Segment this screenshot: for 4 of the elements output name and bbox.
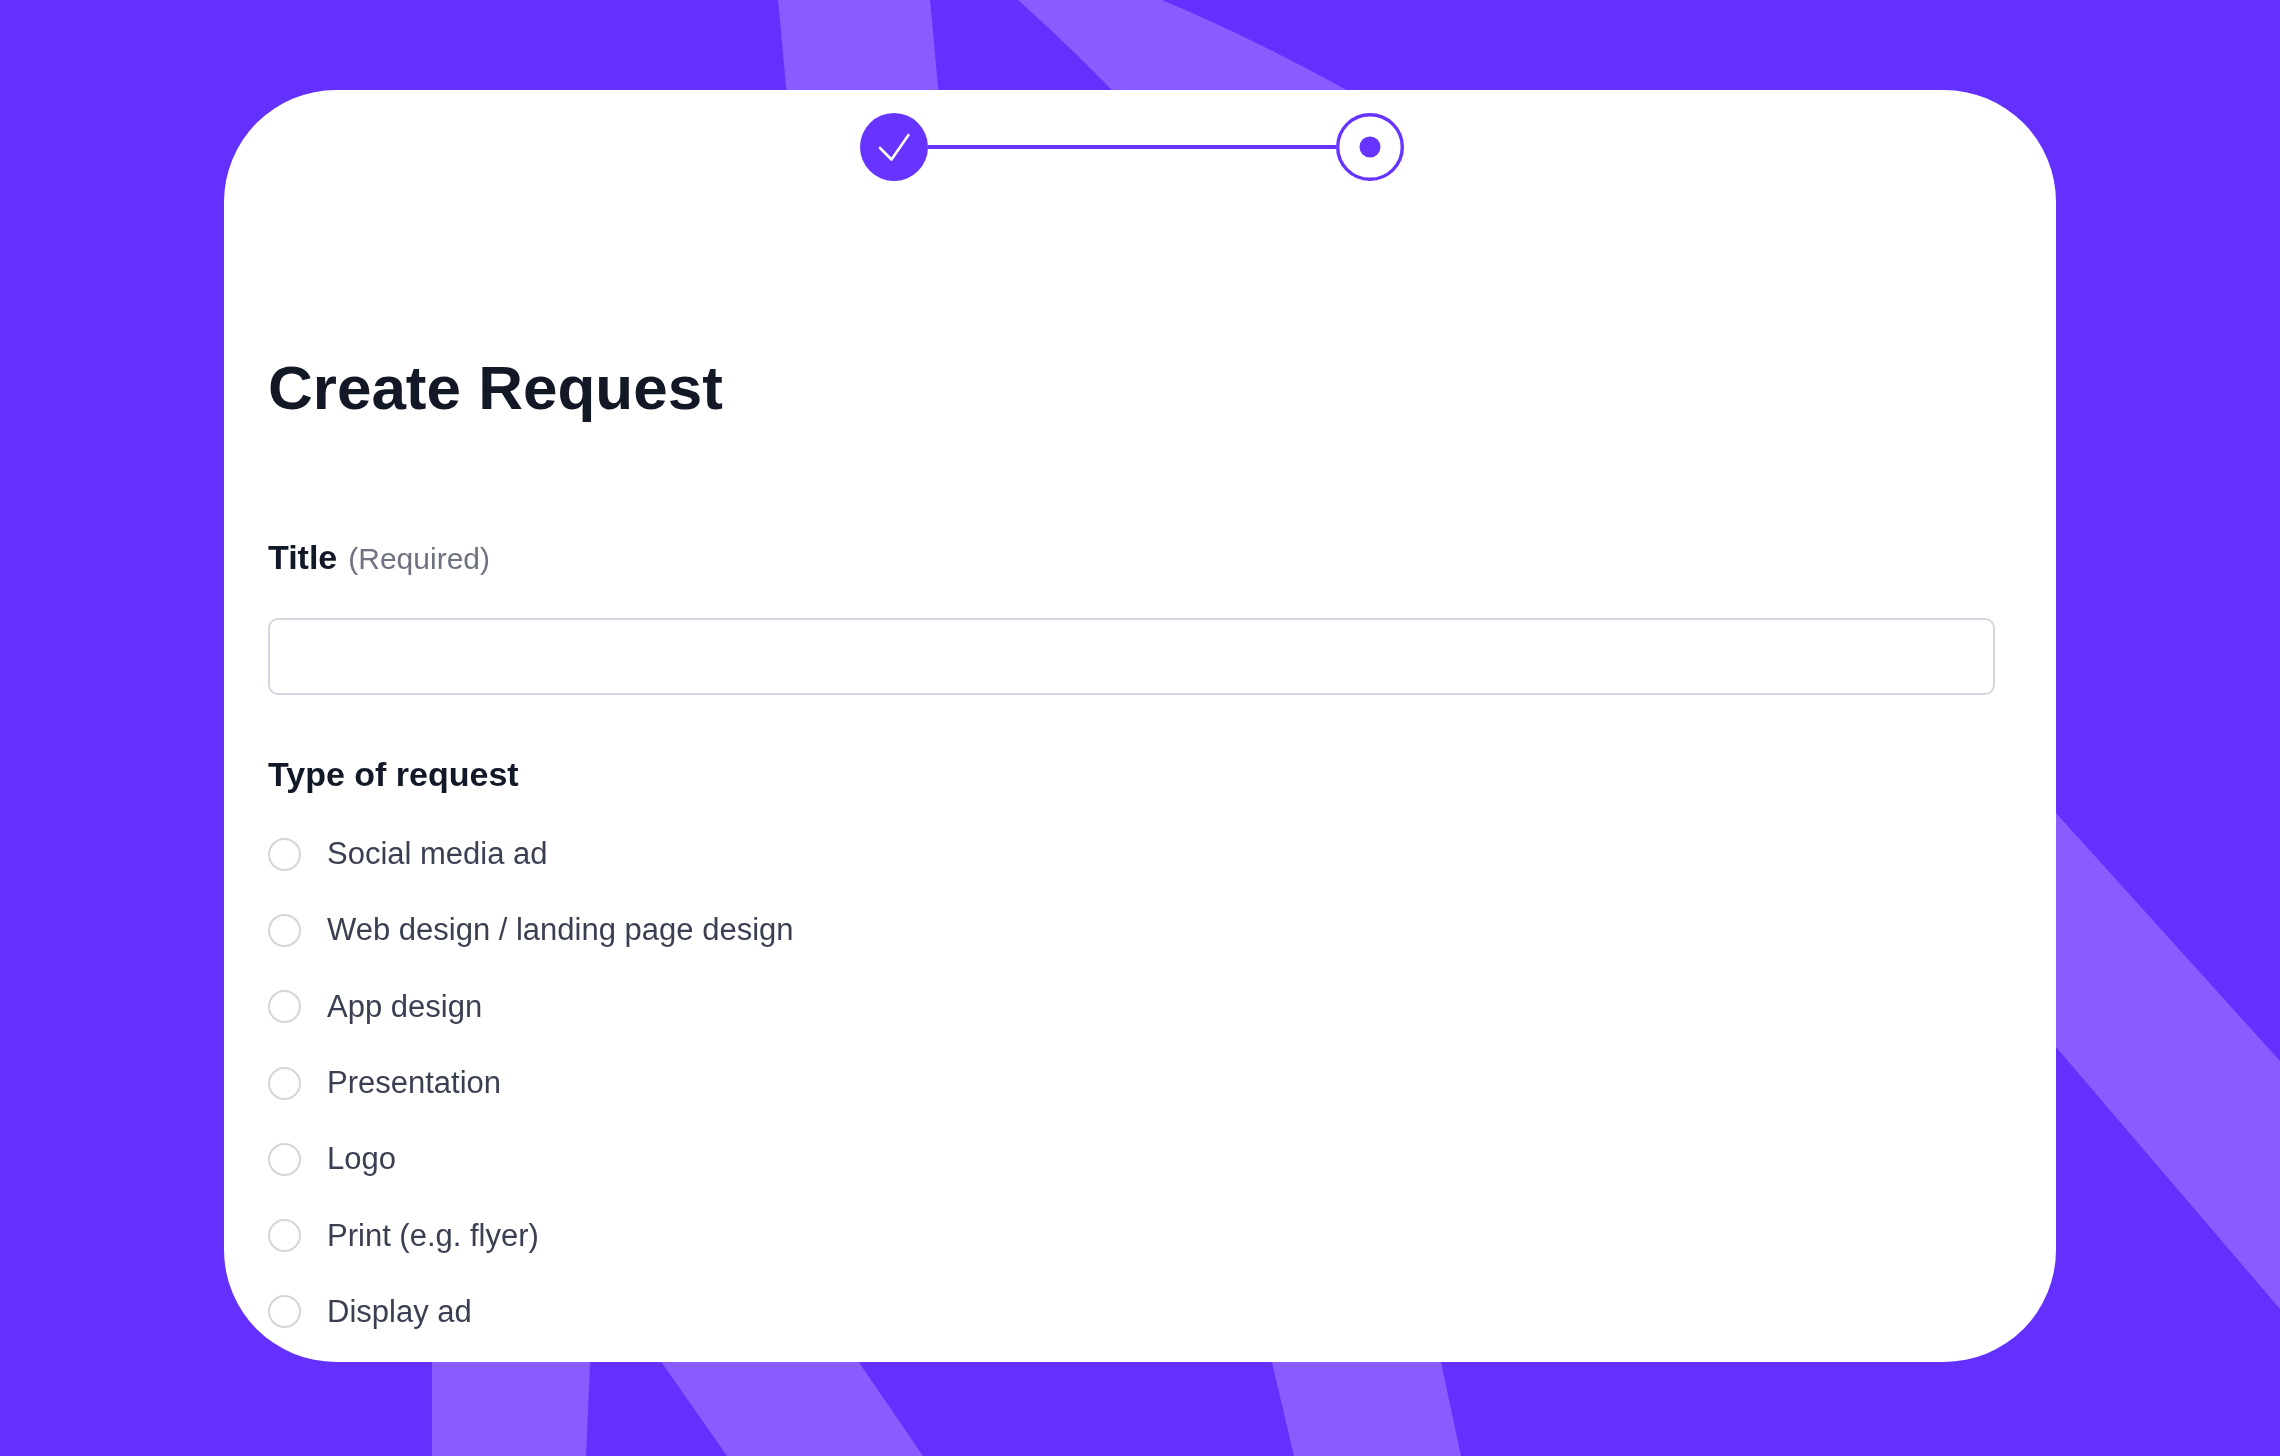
field-label: Title	[268, 537, 338, 577]
group-label: Type of request	[268, 754, 519, 794]
page-heading: Create Request	[268, 352, 723, 424]
required-note: (Required)	[348, 541, 490, 577]
